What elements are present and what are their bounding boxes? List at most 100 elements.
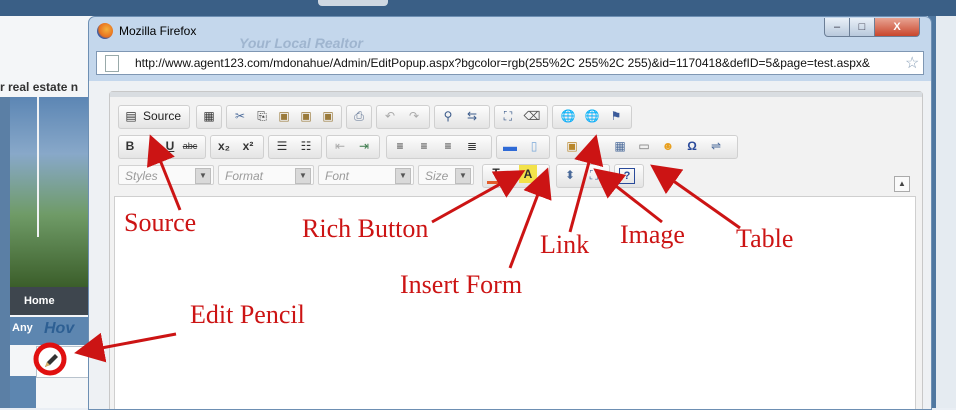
italic-button[interactable]: I — [141, 136, 159, 156]
indent-icon[interactable]: ⇥ — [355, 136, 373, 156]
maximize-button[interactable]: □ — [849, 18, 875, 37]
justify-icon[interactable]: ≣ — [463, 136, 481, 156]
rich-button-icon[interactable]: ▬ — [501, 136, 519, 156]
script-group: x₂ x² — [210, 135, 264, 159]
tools-group: ⬍ ⛶ — [556, 164, 610, 188]
unlink-icon[interactable]: 🌐 — [583, 106, 601, 126]
collapse-toolbar-button[interactable]: ▲ — [894, 176, 910, 192]
page-break-icon[interactable]: ⇌ — [707, 136, 725, 156]
paste-icon[interactable]: ▣ — [275, 106, 293, 126]
find-replace-group: ⚲ ⇆ — [434, 105, 490, 129]
insert-group: ▣ ● ▦ ▭ ☻ Ω ⇌ — [556, 135, 738, 159]
styles-combo-label: Styles — [125, 169, 158, 183]
image-icon[interactable]: ▣ — [563, 136, 581, 156]
font-combo[interactable]: Font ▼ — [318, 165, 414, 185]
url-text[interactable]: http://www.agent123.com/mdonahue/Admin/E… — [135, 56, 907, 70]
link-group: 🌐 🌐 ⚑ — [552, 105, 632, 129]
annotation-edit-pencil: Edit Pencil — [190, 300, 305, 329]
flash-icon[interactable]: ● — [587, 136, 605, 156]
cut-icon[interactable]: ✂ — [231, 106, 249, 126]
chevron-down-icon[interactable]: ▼ — [395, 168, 411, 184]
editor-top-strip — [110, 92, 922, 97]
anchor-icon[interactable]: ⚑ — [607, 106, 625, 126]
background-lower-strip — [10, 376, 36, 408]
special-char-icon[interactable]: Ω — [683, 136, 701, 156]
paste-text-icon[interactable]: ▣ — [297, 106, 315, 126]
indent-group: ⇤ ⇥ — [326, 135, 380, 159]
source-button-label: Source — [143, 109, 182, 123]
smiley-icon[interactable]: ☻ — [659, 136, 677, 156]
annotation-link: Link — [540, 230, 590, 259]
strike-button[interactable]: abc — [181, 136, 199, 156]
bulleted-list-icon[interactable]: ☷ — [297, 136, 315, 156]
show-blocks-icon[interactable]: ⛶ — [585, 165, 603, 185]
maximize-editor-icon[interactable]: ⬍ — [561, 165, 579, 185]
undo-redo-group: ↶ ↷ — [376, 105, 430, 129]
annotation-image: Image — [620, 220, 685, 249]
horizontal-rule-icon[interactable]: ▭ — [635, 136, 653, 156]
select-group: ⛶ ⌫ — [494, 105, 548, 129]
page-icon — [105, 55, 119, 72]
size-combo-label: Size — [425, 169, 449, 183]
address-bar[interactable]: http://www.agent123.com/mdonahue/Admin/E… — [96, 51, 924, 75]
table-icon[interactable]: ▦ — [611, 136, 629, 156]
background-nav-home-link[interactable]: Home — [24, 295, 55, 307]
annotation-insert-form: Insert Form — [400, 270, 523, 299]
window-titlebar[interactable]: Mozilla Firefox Your Local Realtor – □ X — [89, 17, 931, 51]
align-group: ≡ ≡ ≡ ≣ — [386, 135, 492, 159]
background-house-photo — [10, 97, 90, 287]
background-page-header — [0, 0, 956, 16]
minimize-button[interactable]: – — [824, 18, 850, 37]
source-icon: ▤ — [125, 109, 137, 123]
paste-word-icon[interactable]: ▣ — [319, 106, 337, 126]
underline-button[interactable]: U — [161, 136, 179, 156]
chevron-down-icon[interactable]: ▼ — [295, 168, 311, 184]
edit-pencil-icon[interactable] — [40, 350, 62, 372]
background-photo-divider — [37, 97, 39, 237]
firefox-popup-window: Mozilla Firefox Your Local Realtor – □ X… — [88, 16, 932, 410]
remove-format-icon[interactable]: ⌫ — [523, 106, 541, 126]
outdent-icon[interactable]: ⇤ — [331, 136, 349, 156]
annotation-source: Source — [124, 208, 197, 237]
link-icon[interactable]: 🌐 — [559, 106, 577, 126]
text-color-icon[interactable]: T — [487, 165, 505, 184]
help-button[interactable]: ? — [614, 164, 644, 188]
window-title: Mozilla Firefox — [119, 24, 197, 38]
help-icon: ? — [619, 168, 635, 184]
chevron-down-icon[interactable]: ▼ — [195, 168, 211, 184]
rich-text-editor: ▤ Source ▦ ✂ ⎘ ▣ ▣ ▣ ⎙ ↶ ↷ ⚲ ⇆ ⛶ ⌫ 🌐 🌐 ⚑… — [109, 91, 923, 409]
firefox-logo-icon — [97, 23, 113, 39]
align-right-icon[interactable]: ≡ — [439, 136, 457, 156]
size-combo[interactable]: Size ▼ — [418, 165, 474, 185]
form-group: ▬ ▯ — [496, 135, 550, 159]
format-combo[interactable]: Format ▼ — [218, 165, 314, 185]
clipboard-group: ✂ ⎘ ▣ ▣ ▣ — [226, 105, 342, 129]
chevron-down-icon[interactable]: ▼ — [455, 168, 471, 184]
subscript-button[interactable]: x₂ — [215, 136, 233, 156]
superscript-button[interactable]: x² — [239, 136, 257, 156]
background-page-tab — [318, 0, 388, 6]
background-left-stripe — [0, 97, 10, 408]
redo-icon[interactable]: ↷ — [405, 106, 423, 126]
format-combo-label: Format — [225, 169, 264, 183]
print-button[interactable]: ⎙ — [346, 105, 372, 129]
background-color-icon[interactable]: A — [519, 165, 537, 183]
annotation-rich-button: Rich Button — [302, 214, 429, 243]
copy-icon[interactable]: ⎘ — [253, 106, 271, 126]
styles-combo[interactable]: Styles ▼ — [118, 165, 214, 185]
background-any-label: Any — [12, 322, 33, 334]
replace-icon[interactable]: ⇆ — [463, 106, 481, 126]
align-center-icon[interactable]: ≡ — [415, 136, 433, 156]
bookmark-star-icon[interactable]: ☆ — [905, 53, 919, 73]
close-button[interactable]: X — [874, 18, 920, 37]
align-left-icon[interactable]: ≡ — [391, 136, 409, 156]
insert-form-icon[interactable]: ▯ — [525, 136, 543, 156]
source-button[interactable]: ▤ Source — [118, 105, 190, 129]
bold-button[interactable]: B — [121, 136, 139, 156]
window-content: ▤ Source ▦ ✂ ⎘ ▣ ▣ ▣ ⎙ ↶ ↷ ⚲ ⇆ ⛶ ⌫ 🌐 🌐 ⚑… — [89, 81, 931, 409]
find-icon[interactable]: ⚲ — [439, 106, 457, 126]
numbered-list-icon[interactable]: ☰ — [273, 136, 291, 156]
select-all-icon[interactable]: ⛶ — [499, 106, 517, 126]
undo-icon[interactable]: ↶ — [381, 106, 399, 126]
preview-button[interactable]: ▦ — [196, 105, 222, 129]
